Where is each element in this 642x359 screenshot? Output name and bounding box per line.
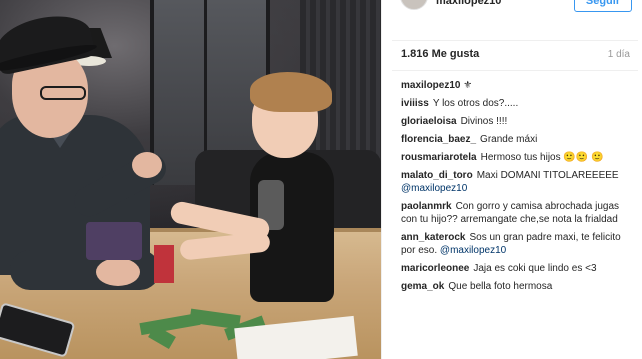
comment-item: gloriaeloisa Divinos !!!! (401, 115, 637, 128)
caption: maxilopez10 ⚜ (401, 79, 637, 92)
comments-list: maxilopez10 ⚜ iviiiss Y los otros dos?...… (401, 79, 637, 298)
caption-author[interactable]: maxilopez10 (401, 80, 460, 91)
photo-man-hand (132, 152, 162, 178)
post-side-panel: maxilopez10 Seguir 1.816 Me gusta 1 día … (381, 0, 642, 359)
comment-author[interactable]: malato_di_toro (401, 170, 473, 181)
comment-author[interactable]: ann_katerock (401, 232, 465, 243)
likes-count[interactable]: 1.816 Me gusta (401, 48, 479, 60)
comment-text: Hermoso tus hijos 🙂🙂 🙂 (480, 152, 604, 163)
post-time[interactable]: 1 día (608, 49, 630, 60)
comment-author[interactable]: maricorleonee (401, 263, 469, 274)
post-header: maxilopez10 Seguir (382, 0, 642, 14)
follow-button[interactable]: Seguir (574, 0, 632, 12)
comment-item: maricorleonee Jaja es coki que lindo es <… (401, 262, 637, 275)
comment-items: iviiiss Y los otros dos?..... gloriaeloisa… (401, 97, 637, 293)
comment-author[interactable]: gloriaeloisa (401, 116, 457, 127)
header-username[interactable]: maxilopez10 (436, 0, 501, 7)
comment-mention[interactable]: @maxilopez10 (440, 245, 506, 256)
comment-text: Maxi DOMANI TITOLAREEEEE (476, 170, 619, 181)
avatar[interactable] (400, 0, 428, 10)
comment-author[interactable]: paolanmrk (401, 201, 452, 212)
comment-item: gema_ok Que bella foto hermosa (401, 280, 637, 293)
comment-item: ann_katerock Sos un gran padre maxi, te f… (401, 231, 637, 257)
comment-item: paolanmrk Con gorro y camisa abrochada ju… (401, 200, 637, 226)
comment-item: florencia_baez_ Grande máxi (401, 133, 637, 146)
divider (392, 40, 638, 41)
comment-item: malato_di_toro Maxi DOMANI TITOLAREEEEE @… (401, 169, 637, 195)
photo-purple-bag (86, 222, 142, 260)
comment-text: Divinos !!!! (460, 116, 508, 127)
comment-author[interactable]: rousmariarotela (401, 152, 477, 163)
comment-text: Jaja es coki que lindo es <3 (473, 263, 597, 274)
photo-man-lower-hand (96, 258, 140, 286)
comment-text: Y los otros dos?..... (432, 98, 519, 109)
comment-mention[interactable]: @maxilopez10 (401, 183, 467, 194)
divider (392, 70, 638, 71)
fleur-de-lis-icon: ⚜ (463, 80, 473, 91)
comment-author[interactable]: florencia_baez_ (401, 134, 476, 145)
comment-item: iviiiss Y los otros dos?..... (401, 97, 637, 110)
comment-text: Grande máxi (480, 134, 538, 145)
comment-author[interactable]: gema_ok (401, 281, 444, 292)
comment-author[interactable]: iviiiss (401, 98, 429, 109)
photo-boy-hair (250, 72, 332, 112)
post-photo[interactable] (0, 0, 381, 359)
comment-item: rousmariarotela Hermoso tus hijos 🙂🙂 🙂 (401, 151, 637, 164)
photo-red-toy (154, 245, 174, 283)
photo-man-glasses (40, 86, 86, 100)
comment-text: Que bella foto hermosa (448, 281, 553, 292)
